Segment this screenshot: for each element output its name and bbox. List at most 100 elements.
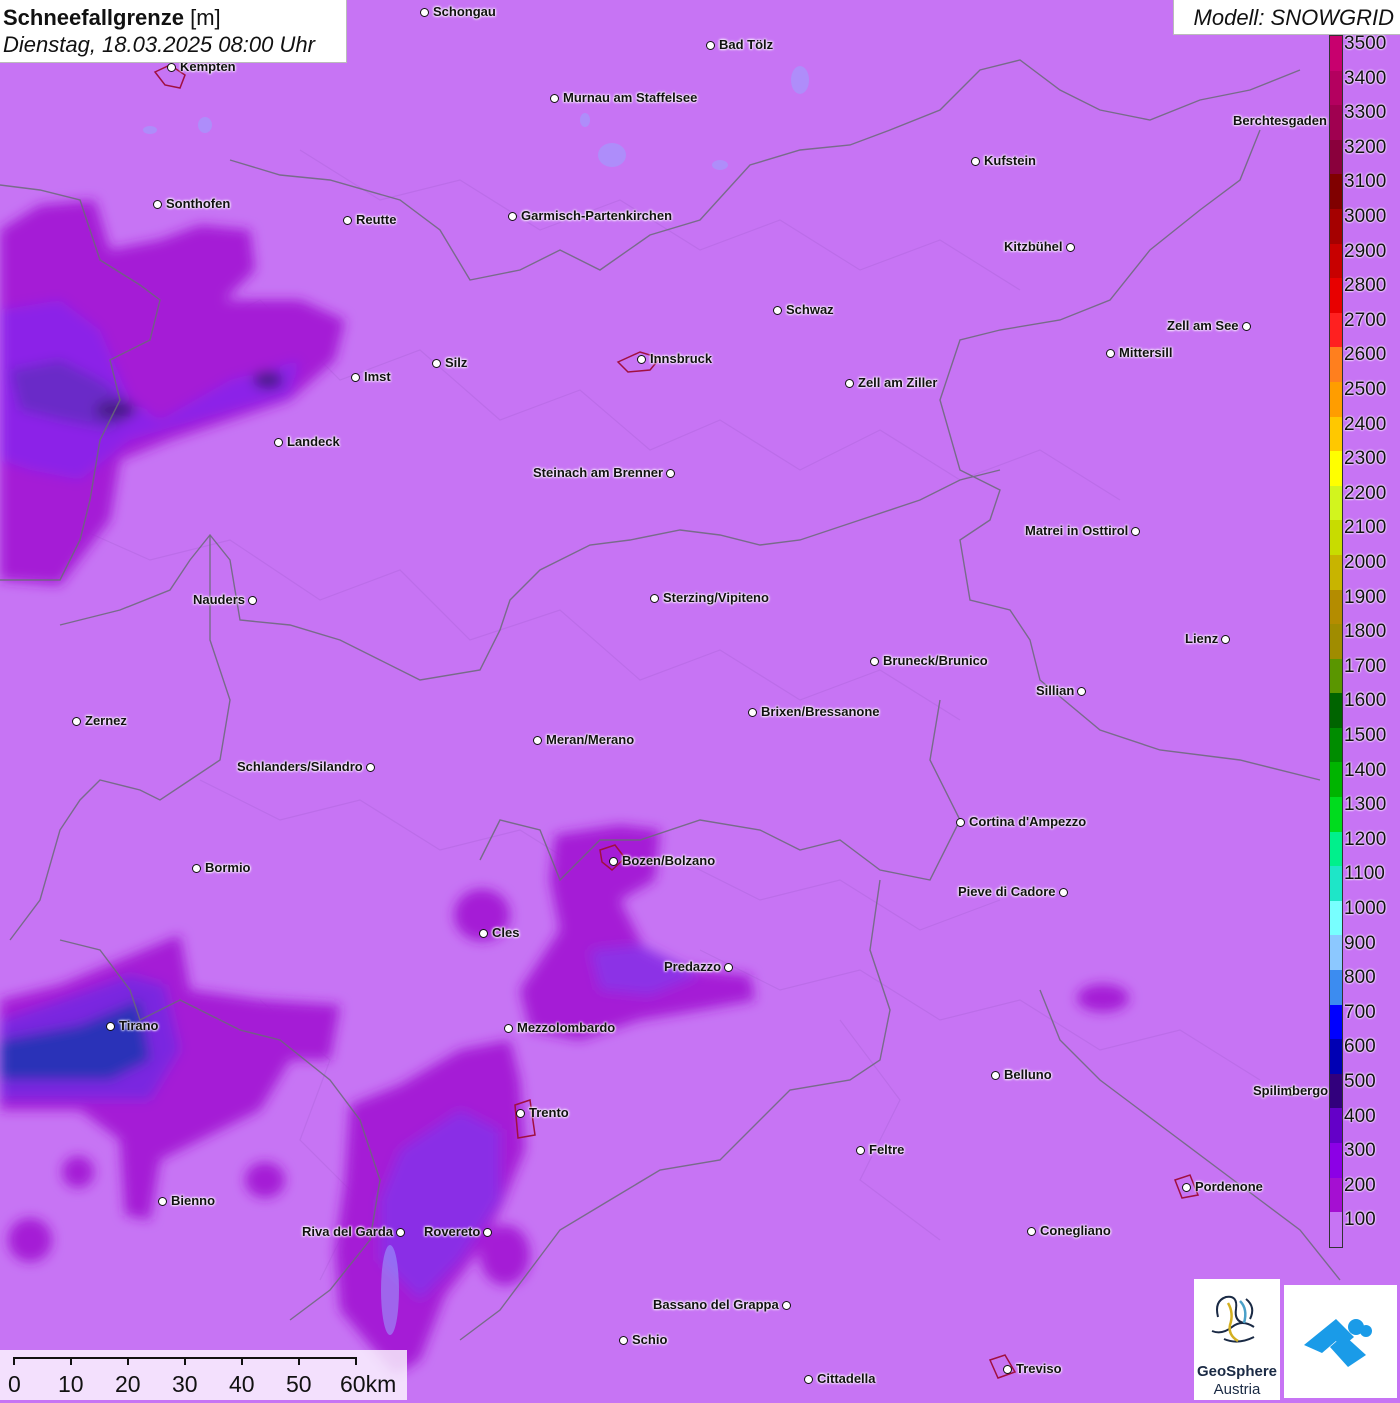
- map-datetime: Dienstag, 18.03.2025 08:00 Uhr: [3, 32, 315, 57]
- city-marker: [343, 216, 352, 225]
- city-label: Cittadella: [817, 1371, 876, 1386]
- legend-swatch: [1330, 693, 1342, 728]
- city-marker: [483, 1228, 492, 1237]
- model-label: Modell: SNOWGRID: [1193, 5, 1394, 30]
- city-marker: [248, 596, 257, 605]
- legend-swatch: [1330, 105, 1342, 140]
- geosphere-logo: GeoSphere Austria: [1194, 1279, 1280, 1400]
- legend-label: 2400: [1344, 413, 1387, 435]
- legend-swatch: [1330, 797, 1342, 832]
- city-label: Zernez: [85, 713, 127, 728]
- city-marker: [870, 657, 879, 666]
- city-label: Tirano: [119, 1018, 159, 1033]
- city-marker: [804, 1375, 813, 1384]
- legend-swatch: [1330, 624, 1342, 659]
- legend-swatch: [1330, 900, 1342, 936]
- legend-label: 1500: [1344, 725, 1387, 746]
- city-label: Cortina d'Ampezzo: [969, 814, 1087, 829]
- legend-label: 3400: [1344, 67, 1387, 89]
- city-label: Garmisch-Partenkirchen: [521, 208, 673, 223]
- legend-swatch: [1330, 866, 1342, 901]
- legend-label: 3300: [1344, 102, 1387, 124]
- city-label: Bozen/Bolzano: [622, 853, 716, 868]
- scale-tick: [298, 1357, 300, 1365]
- city-label: Nauders: [193, 592, 246, 607]
- scale-tick: [13, 1357, 15, 1365]
- legend-label: 1000: [1344, 898, 1387, 919]
- city-marker: [432, 359, 441, 368]
- legend-swatch: [1330, 520, 1342, 555]
- legend-label: 1100: [1344, 863, 1385, 885]
- legend-label: 1200: [1344, 828, 1387, 850]
- city-label: Sillian: [1036, 683, 1075, 698]
- legend-label: 2600: [1344, 344, 1387, 366]
- city-marker: [72, 717, 81, 726]
- legend-label: 2200: [1344, 482, 1387, 504]
- city-label: Schongau: [433, 4, 496, 19]
- city-label: Brixen/Bressanone: [761, 704, 880, 719]
- legend-label: 1800: [1344, 621, 1387, 643]
- city-label: Treviso: [1016, 1361, 1062, 1376]
- city-label: Murnau am Staffelsee: [563, 90, 698, 105]
- city-label: Matrei in Osttirol: [1025, 523, 1129, 538]
- legend-swatch: [1330, 554, 1342, 590]
- city-marker: [856, 1146, 865, 1155]
- city-marker: [706, 41, 715, 50]
- city-marker: [748, 708, 757, 717]
- scale-tick: [127, 1357, 129, 1365]
- scale-label: 40: [229, 1371, 255, 1397]
- legend-swatch: [1330, 278, 1342, 313]
- city-label: Mezzolombardo: [517, 1020, 616, 1035]
- legend-swatch: [1330, 451, 1342, 486]
- city-marker: [1106, 349, 1115, 358]
- city-marker: [396, 1228, 405, 1237]
- city-marker: [956, 818, 965, 827]
- city-label: Conegliano: [1040, 1223, 1111, 1238]
- city-marker: [192, 864, 201, 873]
- city-label: Sonthofen: [166, 196, 231, 211]
- city-label: Reutte: [356, 212, 397, 227]
- city-label: Zell am Ziller: [858, 375, 938, 390]
- city-label: Schlanders/Silandro: [237, 759, 363, 774]
- legend-label: 800: [1344, 967, 1376, 989]
- scale-tick: [70, 1357, 72, 1365]
- city-label: Berchtesgaden: [1233, 113, 1327, 128]
- legend-swatch: [1330, 831, 1342, 867]
- city-marker: [773, 306, 782, 315]
- city-label: Pieve di Cadore: [958, 884, 1056, 899]
- legend-swatch: [1330, 139, 1342, 175]
- city-label: Kitzbühel: [1004, 239, 1063, 254]
- city-label: Meran/Merano: [546, 732, 635, 747]
- city-marker: [1182, 1183, 1191, 1192]
- city-label: Riva del Garda: [302, 1224, 394, 1239]
- snowfall-limit-map: Schongau Bad Tölz Kempten Murnau am Staffel…: [0, 0, 1400, 1400]
- city-marker: [1003, 1365, 1012, 1374]
- scale-tick: [184, 1357, 186, 1365]
- legend-label: 200: [1344, 1174, 1376, 1196]
- city-label: Zell am See: [1167, 318, 1239, 333]
- city-label: Landeck: [287, 434, 340, 449]
- legend-swatch: [1330, 1039, 1342, 1074]
- legend-swatch: [1330, 1004, 1342, 1040]
- legend-swatch: [1330, 1073, 1342, 1109]
- legend-label: 1400: [1344, 759, 1387, 781]
- legend-swatch: [1330, 174, 1342, 209]
- legend-swatch: [1330, 243, 1342, 279]
- map-title: Schneefallgrenze [m]: [3, 5, 221, 31]
- legend-label: 3200: [1344, 136, 1387, 158]
- city-marker: [1027, 1227, 1036, 1236]
- city-marker: [1242, 322, 1251, 331]
- city-marker: [724, 963, 733, 972]
- city-label: Sterzing/Vipiteno: [663, 590, 769, 605]
- legend-swatch: [1330, 970, 1342, 1005]
- legend-swatch: [1330, 70, 1342, 106]
- map-title-text: Schneefallgrenze: [3, 5, 184, 30]
- legend-label: 500: [1344, 1071, 1376, 1092]
- legend-swatch: [1330, 589, 1342, 625]
- city-marker: [153, 200, 162, 209]
- city-label: Trento: [529, 1105, 569, 1120]
- legend-swatch: [1330, 935, 1342, 971]
- scale-label: 0: [8, 1371, 21, 1397]
- scale-label: 10: [58, 1371, 84, 1397]
- legend-label: 2300: [1344, 448, 1387, 470]
